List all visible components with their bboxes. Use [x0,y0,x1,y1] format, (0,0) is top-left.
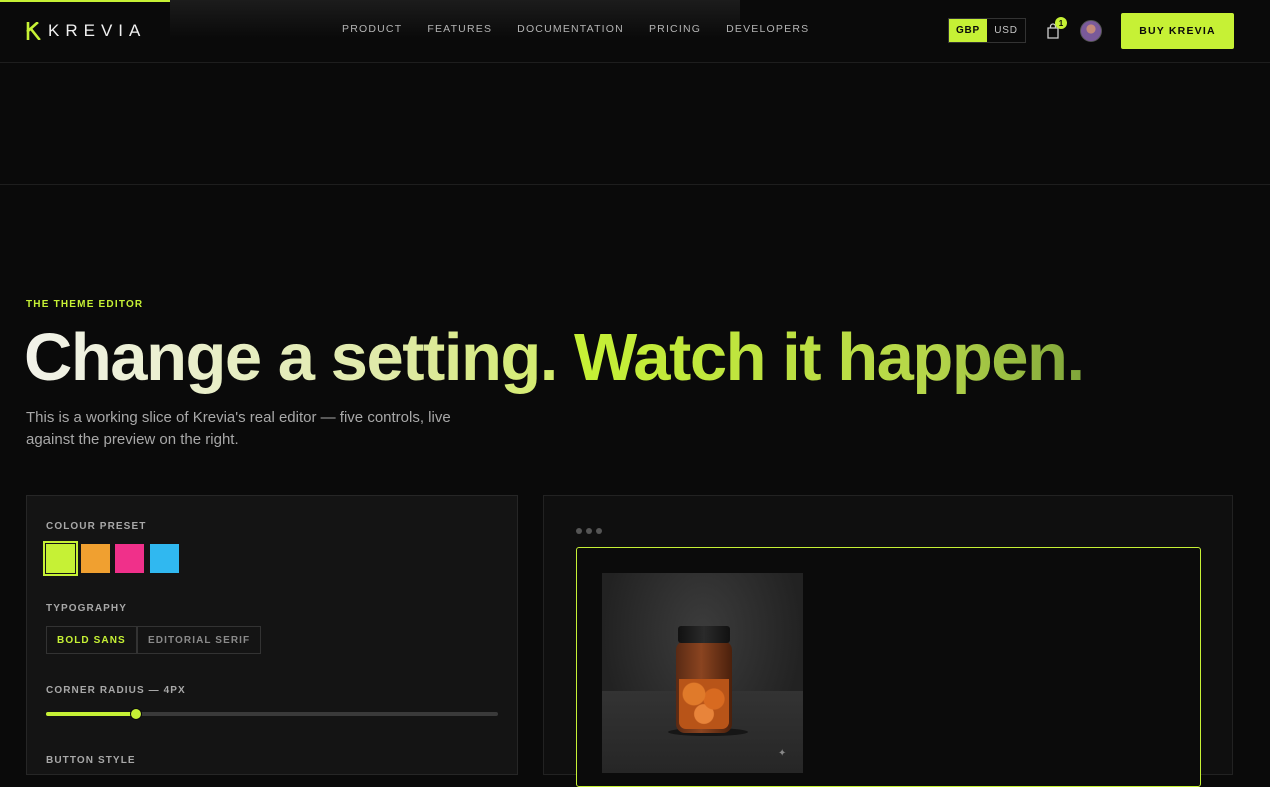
live-preview-panel: ✦ [543,495,1233,787]
section-eyebrow: THE THEME EDITOR [26,299,144,310]
page-title: Change a setting. Watch it happen. [24,318,1085,398]
logo[interactable]: KREVIA [26,21,146,41]
window-dots [576,528,602,534]
main-nav: PRODUCT FEATURES DOCUMENTATION PRICING D… [342,23,809,35]
swatch-pink[interactable] [115,544,144,573]
corner-radius-handle[interactable] [130,708,142,720]
nav-features[interactable]: FEATURES [427,23,492,35]
corner-radius-label: CORNER RADIUS — 4PX [46,685,186,696]
typography-editorial-serif[interactable]: EDITORIAL SERIF [137,626,262,654]
currency-usd[interactable]: USD [987,19,1025,42]
button-style-label: BUTTON STYLE [46,755,136,766]
nav-product[interactable]: PRODUCT [342,23,402,35]
colour-preset-label: COLOUR PRESET [46,521,147,532]
typography-bold-sans[interactable]: BOLD SANS [46,626,137,654]
buy-button[interactable]: BUY KREVIA [1121,13,1234,49]
typography-label: TYPOGRAPHY [46,603,128,614]
site-header: KREVIA PRODUCT FEATURES DOCUMENTATION PR… [0,0,1270,63]
swatch-orange[interactable] [81,544,110,573]
swatch-blue[interactable] [150,544,179,573]
title-part-b: Watch it happen. [574,320,1085,395]
currency-toggle: GBP USD [948,18,1026,43]
nav-pricing[interactable]: PRICING [649,23,701,35]
sparkle-icon: ✦ [778,748,787,759]
avatar[interactable] [1080,20,1102,42]
krevia-logo-icon [26,22,41,40]
editor-controls-panel: COLOUR PRESET TYPOGRAPHY BOLD SANS EDITO… [26,495,518,775]
section-divider [0,184,1270,185]
cart-count-badge: 1 [1055,17,1067,29]
preview-frame: ✦ [576,547,1201,787]
title-part-a: Change a setting. [24,320,558,395]
hero-description: This is a working slice of Krevia's real… [26,409,451,448]
product-image: ✦ [602,573,803,773]
logo-wordmark: KREVIA [48,21,147,40]
nav-documentation[interactable]: DOCUMENTATION [517,23,624,35]
swatch-lime[interactable] [43,541,78,576]
nav-developers[interactable]: DEVELOPERS [726,23,809,35]
currency-gbp[interactable]: GBP [949,19,987,42]
corner-radius-fill [46,712,136,716]
